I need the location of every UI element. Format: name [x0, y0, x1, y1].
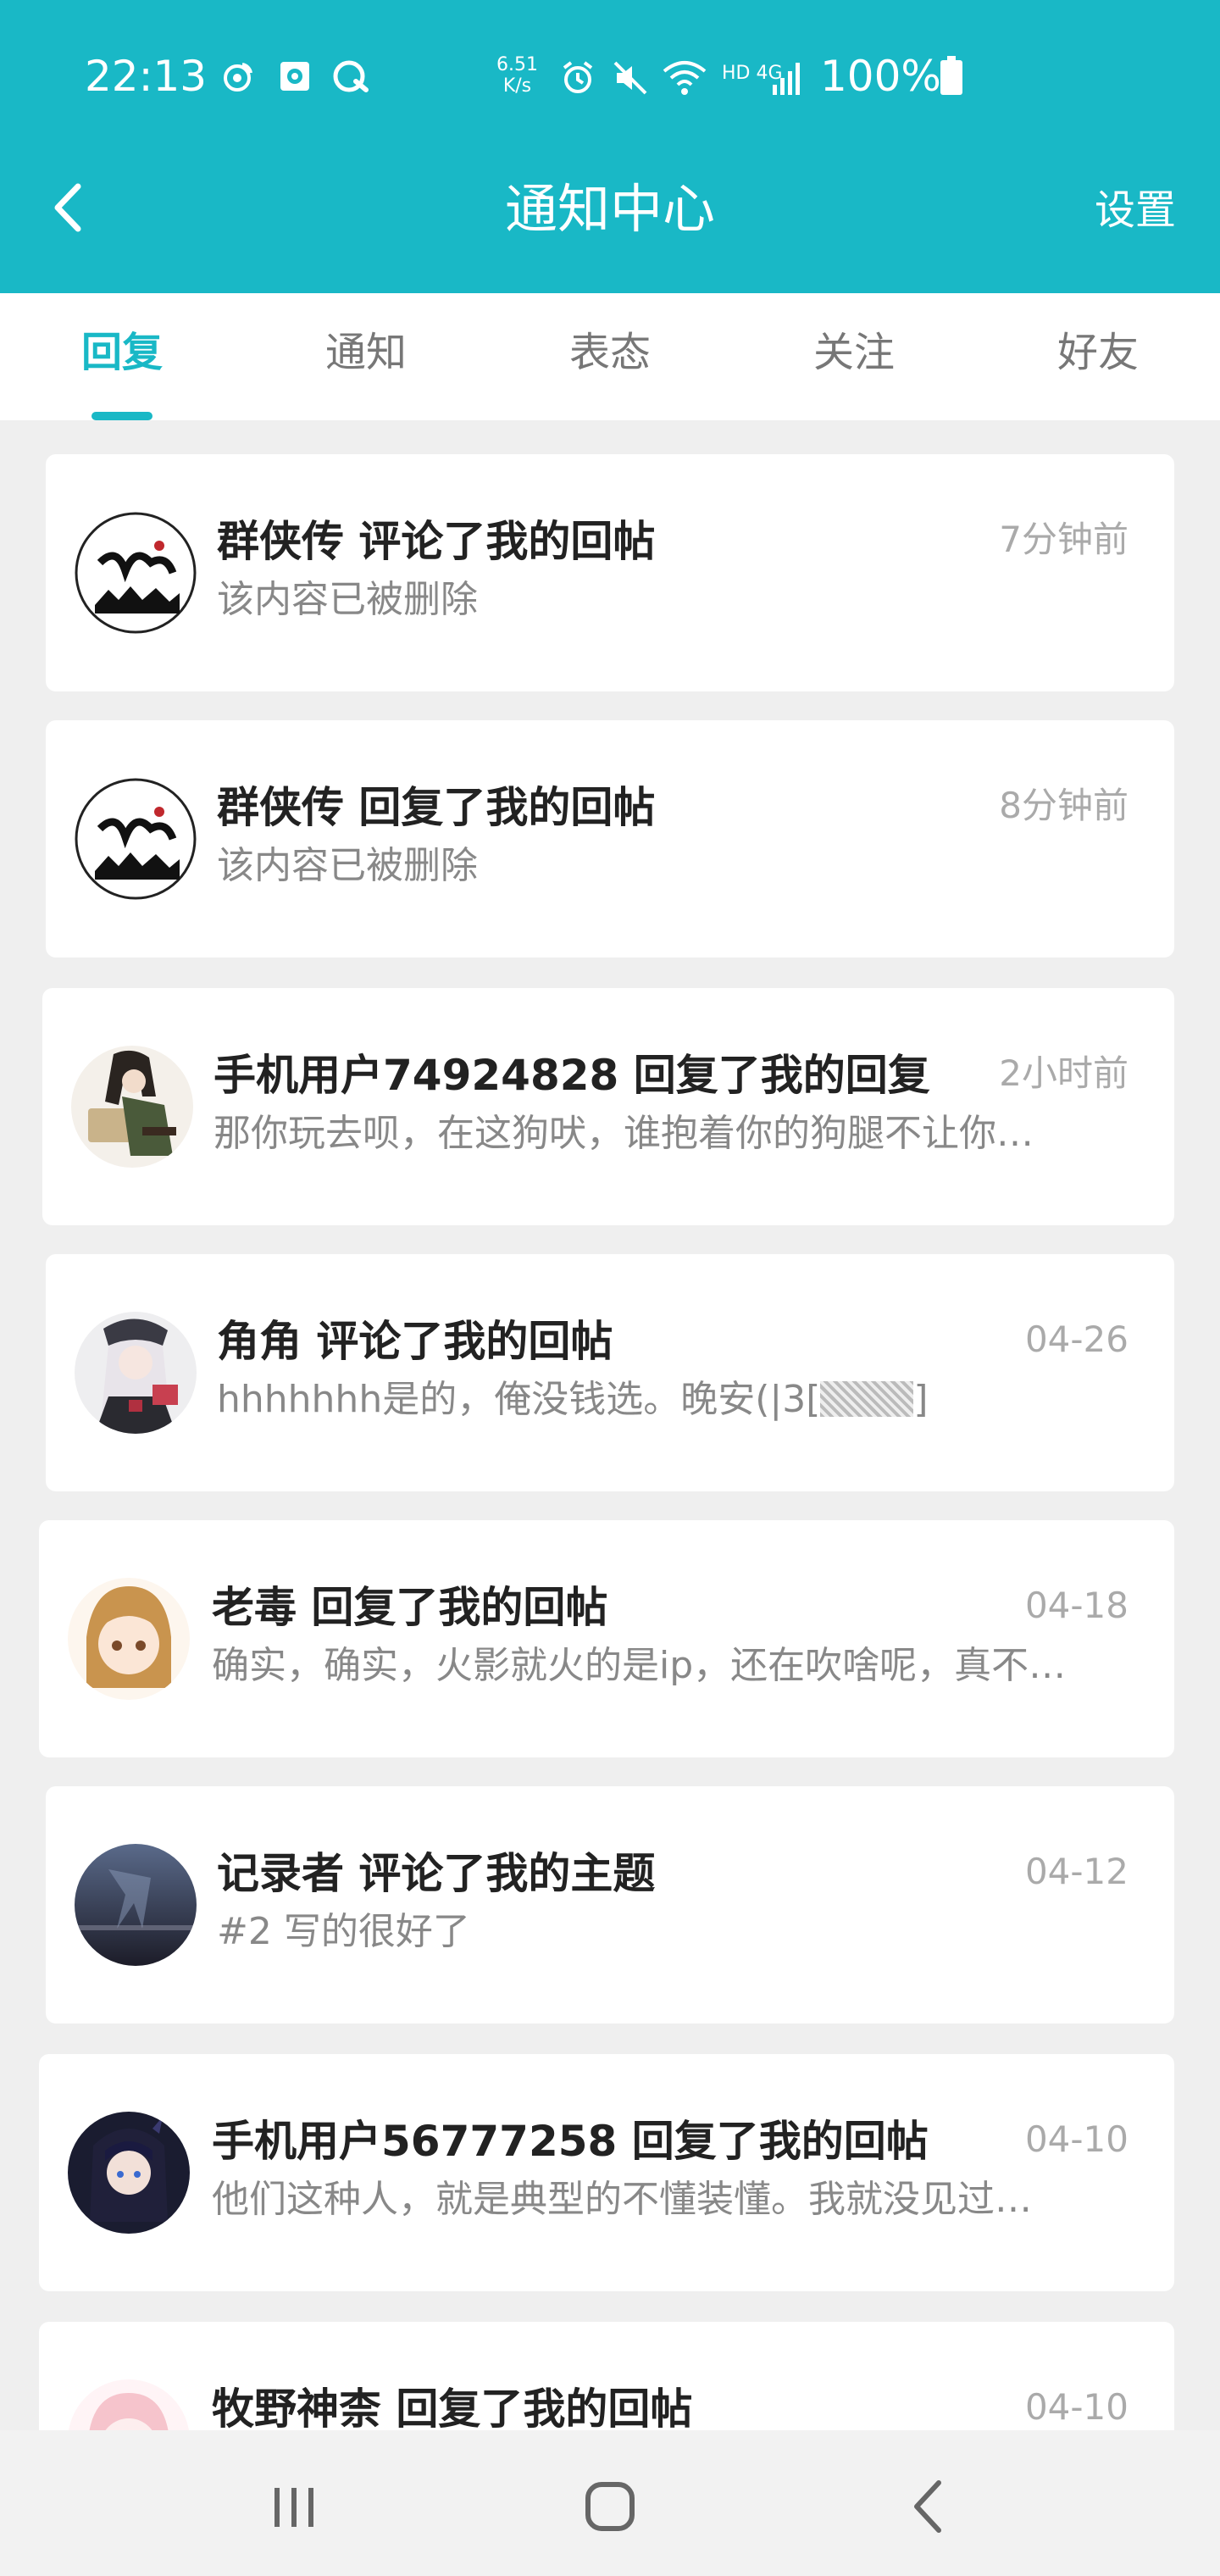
notification-title: 角角 评论了我的回帖 [217, 1317, 613, 1366]
system-nav-bar [0, 2430, 1220, 2576]
tab-active-indicator [92, 412, 152, 420]
recent-apps-icon[interactable] [261, 2473, 329, 2540]
notification-card[interactable]: 记录者 评论了我的主题 04-12 #2 写的很好了 [46, 1786, 1174, 2024]
wifi-icon [661, 59, 707, 95]
notification-card[interactable]: 手机用户56777258 回复了我的回帖 04-10 他们这种人，就是典型的不懂… [39, 2054, 1174, 2291]
weibo-icon [220, 59, 254, 93]
notification-time: 04-12 [1024, 1851, 1128, 1892]
notification-title: 牧野神柰 回复了我的回帖 [212, 2384, 693, 2430]
tab-bar: 回复 通知 表态 关注 好友 [0, 293, 1220, 420]
gallery-icon [278, 59, 312, 93]
app-root: 22:13 6.51 K/s HD 4G 100% 通知中心 设置 回复 通知 … [0, 0, 1220, 2576]
notification-card[interactable]: 群侠传 评论了我的回帖 7分钟前 该内容已被删除 [46, 454, 1174, 691]
notification-body-text: hhhhhhh是的，俺没钱选。晚安(|3[ [217, 1378, 821, 1421]
notification-title: 群侠传 评论了我的回帖 [217, 517, 656, 566]
notification-card[interactable]: 角角 评论了我的回帖 04-26 hhhhhhh是的，俺没钱选。晚安(|3[] [46, 1254, 1174, 1491]
notification-body: 他们这种人，就是典型的不懂装懂。我就没见过… [212, 2178, 1032, 2221]
qunxiazhuan-logo-avatar[interactable] [75, 778, 197, 900]
notification-time: 04-26 [1024, 1319, 1128, 1360]
anime-soldier-avatar[interactable] [71, 1046, 193, 1168]
tab-replies[interactable]: 回复 [37, 325, 207, 380]
notification-title: 老毒 回复了我的回帖 [212, 1583, 608, 1632]
notification-body: 该内容已被删除 [217, 578, 478, 621]
notification-time: 04-10 [1024, 2386, 1128, 2428]
app-header: 22:13 6.51 K/s HD 4G 100% 通知中心 设置 [0, 0, 1220, 293]
home-icon[interactable] [576, 2473, 644, 2540]
anime-girl-brown-hair-avatar[interactable] [68, 1578, 190, 1700]
battery-percent: 100% [820, 52, 941, 101]
notification-body: hhhhhhh是的，俺没钱选。晚安(|3[] [217, 1374, 1132, 1425]
signal-icon [771, 59, 805, 95]
dark-landscape-avatar[interactable] [75, 1844, 197, 1966]
notification-body-suffix: ] [913, 1378, 929, 1421]
notification-body: 确实，确实，火影就火的是ip，还在吹啥呢，真不… [212, 1644, 1067, 1687]
qq-icon [332, 59, 369, 93]
page-title: 通知中心 [504, 178, 715, 240]
network-speed-value: 6.51 [496, 54, 538, 75]
sticker-image [820, 1381, 914, 1417]
notification-time: 04-10 [1024, 2118, 1128, 2160]
tab-follows[interactable]: 关注 [769, 325, 939, 380]
notification-card[interactable]: 老毒 回复了我的回帖 04-18 确实，确实，火影就火的是ip，还在吹啥呢，真不… [39, 1520, 1174, 1757]
notification-card[interactable]: 手机用户74924828 回复了我的回复 2小时前 那你玩去呗，在这狗吠，谁抱着… [42, 988, 1174, 1225]
anime-pink-avatar[interactable] [68, 2379, 190, 2430]
status-bar: 22:13 6.51 K/s HD 4G 100% [0, 0, 1220, 153]
back-icon[interactable] [896, 2473, 964, 2540]
settings-button[interactable]: 设置 [1095, 185, 1176, 236]
qunxiazhuan-logo-avatar[interactable] [75, 512, 197, 634]
alarm-icon [559, 59, 593, 93]
notification-time: 2小时前 [999, 1052, 1128, 1094]
notification-time: 8分钟前 [999, 785, 1128, 826]
tab-friends[interactable]: 好友 [1013, 325, 1183, 380]
anime-girl-white-hair-avatar[interactable] [75, 1312, 197, 1434]
status-time: 22:13 [85, 52, 208, 101]
network-speed-unit: K/s [502, 75, 532, 97]
notification-title: 群侠传 回复了我的回帖 [217, 783, 656, 832]
tab-notices[interactable]: 通知 [281, 325, 451, 380]
anime-dark-hair-avatar[interactable] [68, 2112, 190, 2234]
tab-reactions[interactable]: 表态 [525, 325, 695, 380]
notification-title: 记录者 评论了我的主题 [217, 1849, 656, 1898]
notification-title: 手机用户74924828 回复了我的回复 [214, 1051, 930, 1100]
network-speed: 6.51 K/s [496, 54, 538, 97]
notification-list[interactable]: 群侠传 评论了我的回帖 7分钟前 该内容已被删除 群侠传 回复了我的回帖 8分钟… [0, 420, 1220, 2430]
notification-body: 该内容已被删除 [217, 844, 478, 887]
notification-time: 7分钟前 [999, 519, 1128, 560]
battery-icon [939, 56, 973, 95]
mute-icon [612, 59, 647, 95]
notification-body: 那你玩去呗，在这狗吠，谁抱着你的狗腿不让你… [214, 1112, 1034, 1155]
notification-card[interactable]: 牧野神柰 回复了我的回帖 04-10 [39, 2322, 1174, 2430]
notification-time: 04-18 [1024, 1585, 1128, 1626]
notification-title: 手机用户56777258 回复了我的回帖 [212, 2117, 929, 2166]
notification-body: #2 写的很好了 [217, 1910, 470, 1953]
notification-card[interactable]: 群侠传 回复了我的回帖 8分钟前 该内容已被删除 [46, 720, 1174, 958]
